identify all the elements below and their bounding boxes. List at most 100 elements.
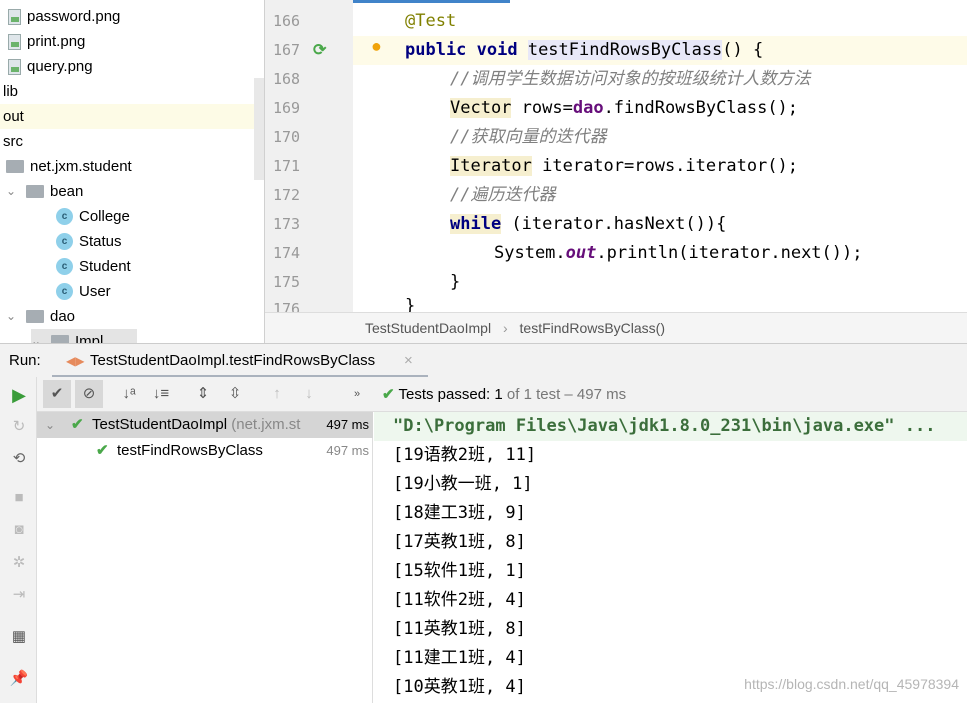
collapse-all-icon[interactable]: ⇳	[221, 380, 249, 408]
expand-all-icon[interactable]: ⇕	[189, 380, 217, 408]
breadcrumb: TestStudentDaoImpl › testFindRowsByClass…	[265, 312, 967, 343]
tree-item[interactable]: src	[3, 129, 23, 154]
code-text: rows=	[511, 98, 573, 118]
line-number: 166	[273, 12, 301, 30]
run-tab[interactable]: ◀▶ TestStudentDaoImpl.testFindRowsByClas…	[52, 344, 428, 378]
chevron-down-icon[interactable]: ⌄	[6, 304, 20, 329]
tree-item[interactable]: lib	[3, 79, 18, 104]
code-text: () {	[722, 40, 764, 60]
rerun-failed-icon[interactable]: ↻	[8, 417, 30, 435]
camera-icon[interactable]: ◙	[8, 521, 30, 538]
toggle-auto-test-icon[interactable]: ⟲	[8, 449, 30, 467]
breadcrumb-item[interactable]: testFindRowsByClass()	[520, 320, 665, 336]
tree-item[interactable]: net.jxm.student	[6, 154, 132, 179]
line-number: 174	[273, 244, 301, 262]
scrollbar[interactable]	[254, 78, 264, 180]
show-passed-icon[interactable]: ✔	[43, 380, 71, 408]
check-icon: ✔	[382, 386, 395, 403]
code-line: while (iterator.hasNext()){	[450, 210, 726, 239]
tree-item[interactable]: c Student	[56, 254, 131, 279]
project-tree: password.png print.png query.png lib out…	[0, 0, 265, 343]
run-side-toolbar: ▶ ↻ ⟲ ■ ◙ ✲ ⇥ ▦ 📌	[0, 377, 37, 703]
tree-item[interactable]: ⌄ bean	[6, 179, 83, 204]
tree-item[interactable]: print.png	[8, 29, 85, 54]
item-label: User	[79, 283, 111, 300]
console-line: "D:\Program Files\Java\jdk1.8.0_231\bin\…	[393, 416, 936, 436]
code-text: (iterator.hasNext()){	[501, 214, 727, 234]
tree-item[interactable]: c College	[56, 204, 130, 229]
arrow-down-icon[interactable]: ↓	[295, 380, 323, 408]
chevron-down-icon[interactable]: ⌄	[45, 412, 55, 438]
tree-item[interactable]: ⌄ Impl	[31, 329, 137, 343]
test-run-icon: ◀▶	[66, 354, 85, 368]
line-number: 175	[273, 273, 301, 291]
keyword: while	[450, 214, 502, 234]
layout-icon[interactable]: ▦	[8, 627, 30, 645]
run-test-icon[interactable]: ⟳	[313, 40, 326, 60]
tree-item[interactable]: out	[0, 104, 264, 129]
pin-icon[interactable]: 📌	[8, 669, 30, 687]
suite-time: 497 ms	[326, 412, 369, 438]
tree-item[interactable]: password.png	[8, 4, 120, 29]
image-file-icon	[8, 8, 21, 25]
show-ignored-icon[interactable]: ⊘	[75, 380, 103, 408]
status-text: of 1 test – 497 ms	[502, 386, 627, 403]
package-icon	[6, 160, 24, 173]
class-icon: c	[56, 233, 73, 250]
item-label: query.png	[27, 58, 93, 75]
code-line: }	[450, 272, 461, 292]
console-line: [11建工1班, 4]	[393, 648, 526, 668]
line-number: 172	[273, 186, 301, 204]
chevron-down-icon[interactable]: ⌄	[31, 329, 45, 343]
code-comment: //调用学生数据访问对象的按班级统计人数方法	[450, 69, 811, 89]
tree-item[interactable]: ⌄ dao	[6, 304, 75, 329]
watermark: https://blog.csdn.net/qq_45978394	[744, 676, 959, 692]
breadcrumb-item[interactable]: TestStudentDaoImpl	[365, 320, 491, 336]
item-label: Student	[79, 258, 131, 275]
item-label: src	[3, 133, 23, 150]
rerun-icon[interactable]: ▶	[8, 385, 30, 406]
lightbulb-icon[interactable]: ●	[371, 36, 382, 57]
console-line: [17英教1班, 8]	[393, 532, 526, 552]
code-line: System.out.println(iterator.next());	[494, 239, 862, 268]
class-icon: c	[56, 208, 73, 225]
arrow-up-icon[interactable]: ↑	[263, 380, 291, 408]
item-label: dao	[50, 308, 76, 325]
stop-icon[interactable]: ■	[8, 489, 30, 506]
line-number: 171	[273, 157, 301, 175]
chevron-down-icon[interactable]: ⌄	[6, 179, 20, 204]
settings-icon[interactable]: ✲	[8, 553, 30, 571]
more-icon[interactable]: »	[343, 380, 371, 408]
code-comment: //获取向量的迭代器	[450, 127, 607, 147]
item-label: Impl	[75, 333, 104, 343]
test-suite-row[interactable]: ⌄ ✔ TestStudentDaoImpl (net.jxm.st 497 m…	[37, 412, 373, 438]
sort-duration-icon[interactable]: ↓≡	[147, 380, 175, 408]
code-editor[interactable]: 166 167 168 169 170 171 172 173 174 175 …	[265, 0, 967, 312]
test-case-row[interactable]: ✔ testFindRowsByClass 497 ms	[37, 438, 373, 464]
check-icon: ✔	[71, 416, 84, 433]
tree-item[interactable]: c Status	[56, 229, 122, 254]
console-line: [18建工3班, 9]	[393, 503, 526, 523]
code-text: System.	[494, 243, 566, 263]
tree-item[interactable]: query.png	[8, 54, 93, 79]
line-number: 167	[273, 41, 301, 59]
image-file-icon	[8, 58, 21, 75]
console-line: [11英教1班, 8]	[393, 619, 526, 639]
tree-item[interactable]: c User	[56, 279, 111, 304]
item-label: Status	[79, 233, 122, 250]
item-label: bean	[50, 183, 84, 200]
run-header: Run: ◀▶ TestStudentDaoImpl.testFindRowsB…	[0, 343, 967, 378]
class-icon: c	[56, 258, 73, 275]
code-line: public void testFindRowsByClass() {	[405, 36, 763, 65]
code-text: iterator=rows.iterator();	[531, 156, 798, 176]
close-icon[interactable]: ×	[404, 344, 413, 378]
item-label: lib	[3, 83, 19, 100]
sort-alpha-icon[interactable]: ↓ᵃ	[115, 380, 143, 408]
code-line: Iterator iterator=rows.iterator();	[450, 152, 798, 181]
import-icon[interactable]: ⇥	[8, 585, 30, 603]
console-output[interactable]: "D:\Program Files\Java\jdk1.8.0_231\bin\…	[374, 412, 967, 703]
line-number: 176	[273, 300, 301, 312]
code-comment: //遍历迭代器	[450, 185, 556, 205]
test-toolbar: ✔ ⊘ ↓ᵃ ↓≡ ⇕ ⇳ ↑ ↓ » ✔ Tests passed: 1 of…	[37, 377, 967, 412]
line-number: 170	[273, 128, 301, 146]
